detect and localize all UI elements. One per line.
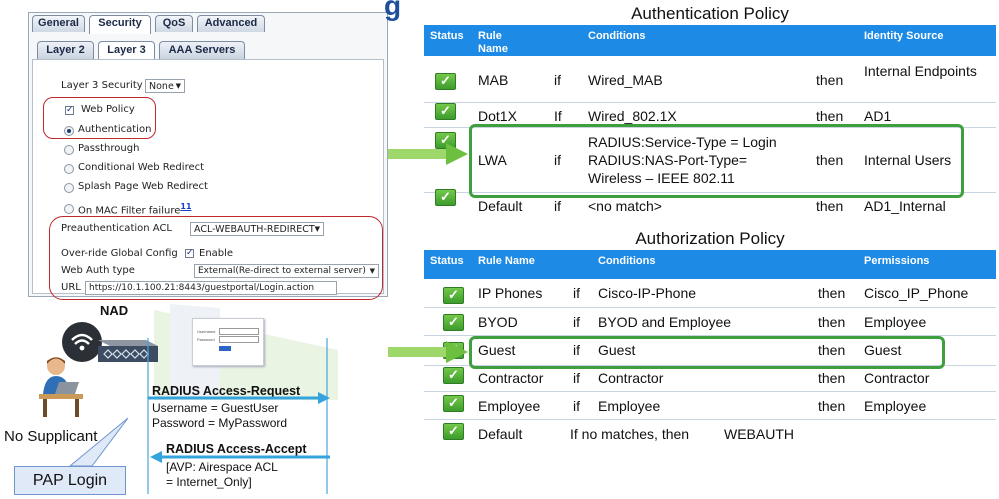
tab-general[interactable]: General (32, 15, 85, 32)
layer3-security-label: Layer 3 Security (61, 80, 143, 91)
authz-then: then (818, 398, 846, 414)
web-policy-highlight (43, 97, 156, 139)
authorization-policy-title: Authorization Policy (635, 229, 785, 248)
login-password-label: Password (197, 337, 215, 342)
authz-condition: Contractor (598, 370, 664, 386)
authz-header-status: Status (430, 255, 464, 267)
guest-rule-arrow-icon (388, 341, 468, 363)
radio-passthrough-label: Passthrough (78, 143, 140, 154)
login-submit-button (219, 346, 231, 351)
row-divider (424, 391, 996, 392)
radio-mac-filter-failure[interactable] (64, 204, 74, 214)
layer3-security-select[interactable]: None ▼ (145, 79, 185, 93)
auth-identity-source: Internal Endpoints (864, 63, 977, 79)
authz-condition: BYOD and Employee (598, 314, 732, 330)
authz-header-permissions: Permissions (864, 255, 930, 267)
login-username-field (219, 328, 259, 335)
access-request-password: Password = MyPassword (152, 416, 288, 430)
lwa-rule-highlight (469, 124, 964, 198)
auth-then: then (816, 108, 844, 124)
row-divider (424, 307, 996, 308)
radio-splash-page-web-redirect[interactable] (64, 183, 74, 193)
authz-permission: WEBAUTH (724, 426, 794, 442)
authentication-policy-title: Authentication Policy (631, 4, 789, 23)
auth-header-conditions: Conditions (588, 30, 646, 42)
auth-condition: Wired_802.1X (588, 108, 677, 124)
access-request-username: Username = GuestUser (152, 401, 279, 415)
auth-flow-diagram: Username Password NAD No Supplicant RADI… (0, 298, 400, 499)
login-password-field (219, 336, 259, 343)
authz-permission: Contractor (864, 370, 930, 386)
ise-timeline (326, 338, 328, 494)
authz-rule-name: IP Phones (478, 285, 543, 301)
authz-if: if (573, 370, 580, 386)
subtab-layer2[interactable]: Layer 2 (37, 41, 94, 59)
authz-then: then (818, 285, 846, 301)
radio-conditional-web-redirect-label: Conditional Web Redirect (78, 162, 205, 173)
authz-then: then (818, 370, 846, 386)
auth-rule-name: Dot1X (478, 108, 517, 124)
authz-if: if (573, 398, 580, 414)
auth-if: if (554, 72, 561, 88)
subtab-layer3[interactable]: Layer 3 (98, 41, 155, 59)
slide-title-fragment: g (384, 0, 402, 21)
nad-label: NAD (100, 303, 129, 318)
authz-permission: Employee (864, 398, 927, 414)
auth-identity-source: AD1 (864, 108, 892, 124)
auth-condition: <no match> (588, 198, 662, 214)
tab-advanced[interactable]: Advanced (197, 15, 265, 32)
row-divider (424, 419, 996, 420)
chevron-down-icon: ▼ (175, 82, 181, 90)
authorization-table-header: Status Rule Name Conditions Permissions (424, 250, 996, 279)
footnote-link[interactable]: 11 (180, 202, 191, 211)
authentication-table-header: Status Rule Name Conditions Identity Sou… (424, 25, 996, 56)
authz-rule-name: BYOD (478, 314, 518, 330)
authz-permission: Cisco_IP_Phone (864, 285, 969, 301)
radio-mac-filter-failure-label: On MAC Filter failure11 (78, 202, 192, 217)
access-accept-acl-value: = Internet_Only] (166, 475, 252, 489)
tab-qos[interactable]: QoS (155, 15, 193, 32)
user-laptop-icon (39, 357, 83, 417)
auth-header-identity-source: Identity Source (864, 30, 944, 42)
pap-login-callout: PAP Login (14, 466, 126, 495)
radio-conditional-web-redirect[interactable] (64, 164, 74, 174)
authz-then: then (818, 314, 846, 330)
login-username-label: Username (197, 329, 216, 334)
subtab-aaa-servers[interactable]: AAA Servers (159, 41, 245, 59)
redirect-settings-highlight (49, 216, 383, 300)
authz-header-conditions: Conditions (598, 255, 656, 267)
authz-default-text: If no matches, then (570, 426, 690, 442)
radio-passthrough[interactable] (64, 145, 74, 155)
authz-header-rule-name: Rule Name (478, 255, 535, 267)
lwa-rule-arrow-icon (388, 143, 468, 165)
row-divider (424, 102, 996, 103)
authz-if: if (573, 314, 580, 330)
layer3-security-value: None (149, 81, 174, 92)
auth-if: If (554, 108, 562, 124)
authz-condition: Cisco-IP-Phone (598, 285, 697, 301)
auth-then: then (816, 72, 844, 88)
access-accept-acl: [AVP: Airespace ACL (166, 460, 278, 474)
authz-permission: Employee (864, 314, 927, 330)
login-page-thumbnail: Username Password (192, 318, 264, 366)
wlc-security-panel: General Security QoS Advanced Layer 2 La… (28, 12, 388, 300)
guest-rule-highlight (469, 336, 945, 369)
authz-condition: Employee (598, 398, 661, 414)
auth-header-status: Status (430, 30, 464, 42)
auth-then: then (816, 198, 844, 214)
auth-if: if (554, 198, 561, 214)
auth-rule-name: Default (478, 198, 523, 214)
radio-splash-page-web-redirect-label: Splash Page Web Redirect (78, 181, 208, 192)
auth-header-rule-name: Rule Name (478, 30, 508, 55)
auth-condition: Wired_MAB (588, 72, 663, 88)
authz-rule-name: Employee (478, 398, 541, 414)
nad-timeline (147, 338, 149, 494)
auth-rule-name: MAB (478, 72, 509, 88)
auth-identity-source: AD1_Internal (864, 198, 946, 214)
tab-security[interactable]: Security (89, 15, 151, 34)
authz-rule-name: Default (478, 426, 523, 442)
authz-if: if (573, 285, 580, 301)
authz-rule-name: Contractor (478, 370, 544, 386)
